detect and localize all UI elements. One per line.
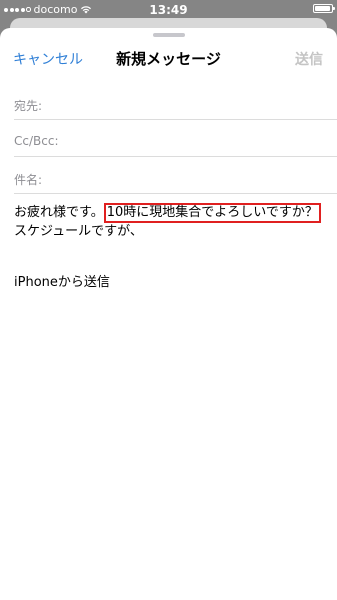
to-input[interactable]	[74, 91, 327, 113]
cc-bcc-field[interactable]: Cc/Bcc:	[14, 120, 337, 157]
nav-bar: キャンセル 新規メッセージ 送信	[0, 38, 337, 78]
to-label: 宛先:	[14, 99, 43, 113]
highlighted-text: 10時に現地集合でよろしいですか？	[103, 203, 321, 223]
cc-bcc-label: Cc/Bcc:	[14, 134, 59, 148]
body-line-1-prefix: お疲れ様です。	[14, 205, 104, 220]
subject-input[interactable]	[74, 165, 327, 187]
subject-field[interactable]: 件名:	[14, 157, 337, 194]
status-bar: docomo 13:49	[0, 0, 337, 20]
cc-bcc-input[interactable]	[74, 128, 327, 150]
compose-sheet: キャンセル 新規メッセージ 送信 宛先: Cc/Bcc: 件名: お疲れ様です。…	[0, 28, 337, 600]
status-time: 13:49	[149, 3, 188, 17]
signature-text: iPhoneから送信	[14, 275, 110, 290]
to-field[interactable]: 宛先:	[14, 83, 337, 120]
body-line-1: お疲れ様です。 10時に現地集合でよろしいですか？	[14, 203, 327, 223]
send-button[interactable]: 送信	[295, 49, 323, 69]
sheet-grabber-handle[interactable]	[153, 33, 185, 37]
battery-icon	[313, 4, 335, 13]
body-line-2: スケジュールですが、	[14, 224, 143, 239]
page-title: 新規メッセージ	[116, 50, 221, 68]
message-body[interactable]: お疲れ様です。 10時に現地集合でよろしいですか？ スケジュールですが、	[14, 203, 327, 241]
status-right	[313, 4, 335, 13]
subject-label: 件名:	[14, 173, 43, 187]
screen: docomo 13:49 キャンセル 新規メッセージ 送信 宛先: Cc/Bcc…	[0, 0, 337, 600]
